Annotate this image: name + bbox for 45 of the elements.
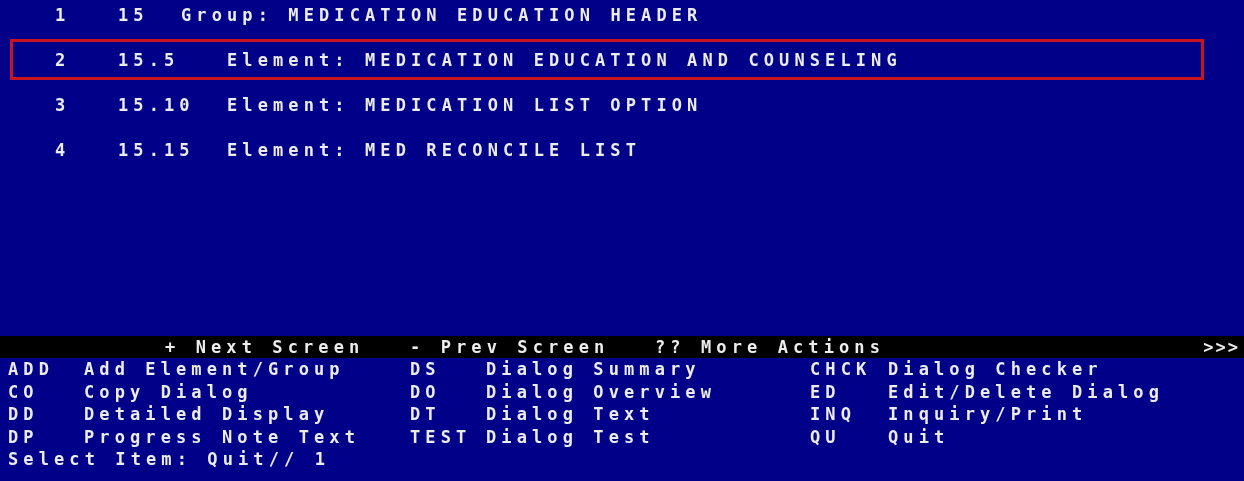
list-row[interactable]: 3 15.10 Element: MEDICATION LIST OPTION: [10, 84, 1204, 125]
action-label[interactable]: Inquiry/Print: [888, 403, 1244, 426]
item-code: 15: [118, 4, 150, 25]
action-label[interactable]: Add Element/Group: [84, 358, 410, 381]
action-code[interactable]: DD: [8, 403, 84, 426]
action-label[interactable]: Copy Dialog: [84, 380, 410, 403]
item-description: Element: MEDICATION LIST OPTION: [227, 94, 704, 115]
list-row[interactable]: 4 15.15 Element: MED RECONCILE LIST: [10, 129, 1204, 170]
item-number: 2: [55, 49, 72, 70]
action-code[interactable]: DT: [410, 403, 486, 426]
navigation-command[interactable]: ?? More Actions: [655, 337, 1204, 357]
action-code[interactable]: DS: [410, 358, 486, 381]
action-code[interactable]: CO: [8, 380, 84, 403]
item-description: Group: MEDICATION EDUCATION HEADER: [181, 4, 704, 25]
list-row[interactable]: 2 15.5 Element: MEDICATION EDUCATION AND COUNSELING: [10, 39, 1204, 80]
item-number: 1: [55, 4, 72, 25]
action-code[interactable]: DP: [8, 425, 84, 448]
action-label[interactable]: Quit: [888, 425, 1244, 448]
more-indicator[interactable]: >>>: [1203, 337, 1240, 357]
action-code[interactable]: QU: [810, 425, 888, 448]
navigation-command[interactable]: - Prev Screen: [410, 337, 655, 357]
item-number: 4: [55, 139, 72, 160]
item-number: 3: [55, 94, 72, 115]
action-label[interactable]: Dialog Summary: [486, 358, 810, 381]
item-description: Element: MED RECONCILE LIST: [227, 139, 643, 160]
action-code[interactable]: INQ: [810, 403, 888, 426]
navigation-command[interactable]: + Next Screen: [165, 337, 410, 357]
action-code[interactable]: CHCK: [810, 358, 888, 381]
item-description: Element: MEDICATION EDUCATION AND COUNSELING: [227, 49, 903, 70]
action-code[interactable]: ED: [810, 380, 888, 403]
action-code[interactable]: TEST: [410, 425, 486, 448]
list-row[interactable]: 1 15 Group: MEDICATION EDUCATION HEADER: [10, 0, 1204, 35]
item-code: 15.15: [118, 139, 196, 160]
action-label[interactable]: Dialog Test: [486, 425, 810, 448]
item-code: 15.5: [118, 49, 181, 70]
action-code[interactable]: DO: [410, 380, 486, 403]
command-prompt[interactable]: Select Item: Quit// 1: [0, 448, 331, 470]
action-label[interactable]: Detailed Display: [84, 403, 410, 426]
action-label[interactable]: Dialog Text: [486, 403, 810, 426]
action-label[interactable]: Progress Note Text: [84, 425, 410, 448]
item-code: 15.10: [118, 94, 196, 115]
action-label[interactable]: Dialog Overview: [486, 380, 810, 403]
action-label[interactable]: Edit/Delete Dialog: [888, 380, 1244, 403]
action-code[interactable]: ADD: [8, 358, 84, 381]
action-label[interactable]: Dialog Checker: [888, 358, 1244, 381]
